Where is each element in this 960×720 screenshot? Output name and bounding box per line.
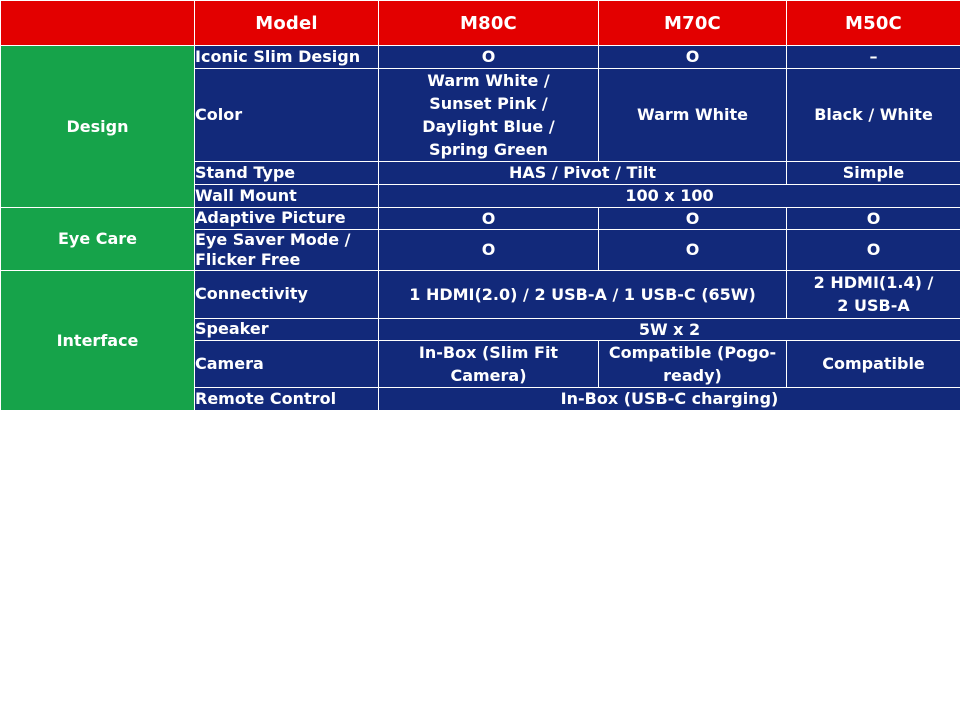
value-cell: O [786, 229, 960, 272]
feature-label: Wall Mount [194, 183, 379, 208]
value-cell: O [378, 45, 599, 69]
value-cell: Warm White [598, 67, 787, 163]
table-row: Eye Care Adaptive Picture O O O [0, 206, 960, 272]
value-cell: Simple [786, 161, 960, 185]
value-cell: 5W x 2 [378, 317, 960, 342]
table-row: Design Iconic Slim Design O O – [0, 45, 960, 208]
value-cell: O [378, 229, 599, 272]
header-model-cell-2: M70C [598, 0, 787, 46]
feature-label: Camera [194, 340, 379, 389]
value-cell: 100 x 100 [378, 183, 960, 208]
value-cell: In-Box (Slim Fit Camera) [378, 340, 599, 389]
header-feature-cell: Model [194, 0, 379, 46]
value-cell: O [786, 206, 960, 231]
feature-label: Stand Type [194, 161, 379, 185]
feature-label: Speaker [194, 317, 379, 342]
feature-label: Color [194, 67, 379, 163]
group-label-3: Interface [0, 270, 195, 412]
header-group-cell [0, 0, 195, 46]
header-model-cell-1: M80C [378, 0, 599, 46]
value-cell: Compatible (Pogo-ready) [598, 340, 787, 389]
spec-comparison-table: Model M80C M70C M50C Design Iconic Slim Desig… [0, 0, 960, 412]
value-cell: O [598, 206, 787, 231]
feature-label: Connectivity [194, 270, 379, 319]
feature-label: Eye Saver Mode / Flicker Free [194, 229, 379, 272]
value-cell: – [786, 45, 960, 69]
value-cell: HAS / Pivot / Tilt [378, 161, 787, 185]
value-cell: 1 HDMI(2.0) / 2 USB-A / 1 USB-C (65W) [378, 270, 787, 319]
value-cell: In-Box (USB-C charging) [378, 387, 960, 412]
value-cell: Compatible [786, 340, 960, 389]
feature-label: Iconic Slim Design [194, 45, 379, 69]
value-cell: 2 HDMI(1.4) /2 USB-A [786, 270, 960, 319]
value-cell: Warm White / Sunset Pink / Daylight Blue /… [378, 67, 599, 163]
feature-label: Remote Control [194, 387, 379, 412]
table-header-row: Model M80C M70C M50C [0, 0, 960, 46]
header-model-cell-3: M50C [786, 0, 960, 46]
feature-label: Adaptive Picture [194, 206, 379, 231]
group-label-2: Eye Care [0, 206, 195, 272]
value-cell: Black / White [786, 67, 960, 163]
value-cell: O [378, 206, 599, 231]
value-cell: O [598, 45, 787, 69]
group-label-1: Design [0, 45, 195, 208]
value-cell: O [598, 229, 787, 272]
table-row: Interface Connectivity 1 HDMI(2.0) / 2 USB… [0, 270, 960, 412]
